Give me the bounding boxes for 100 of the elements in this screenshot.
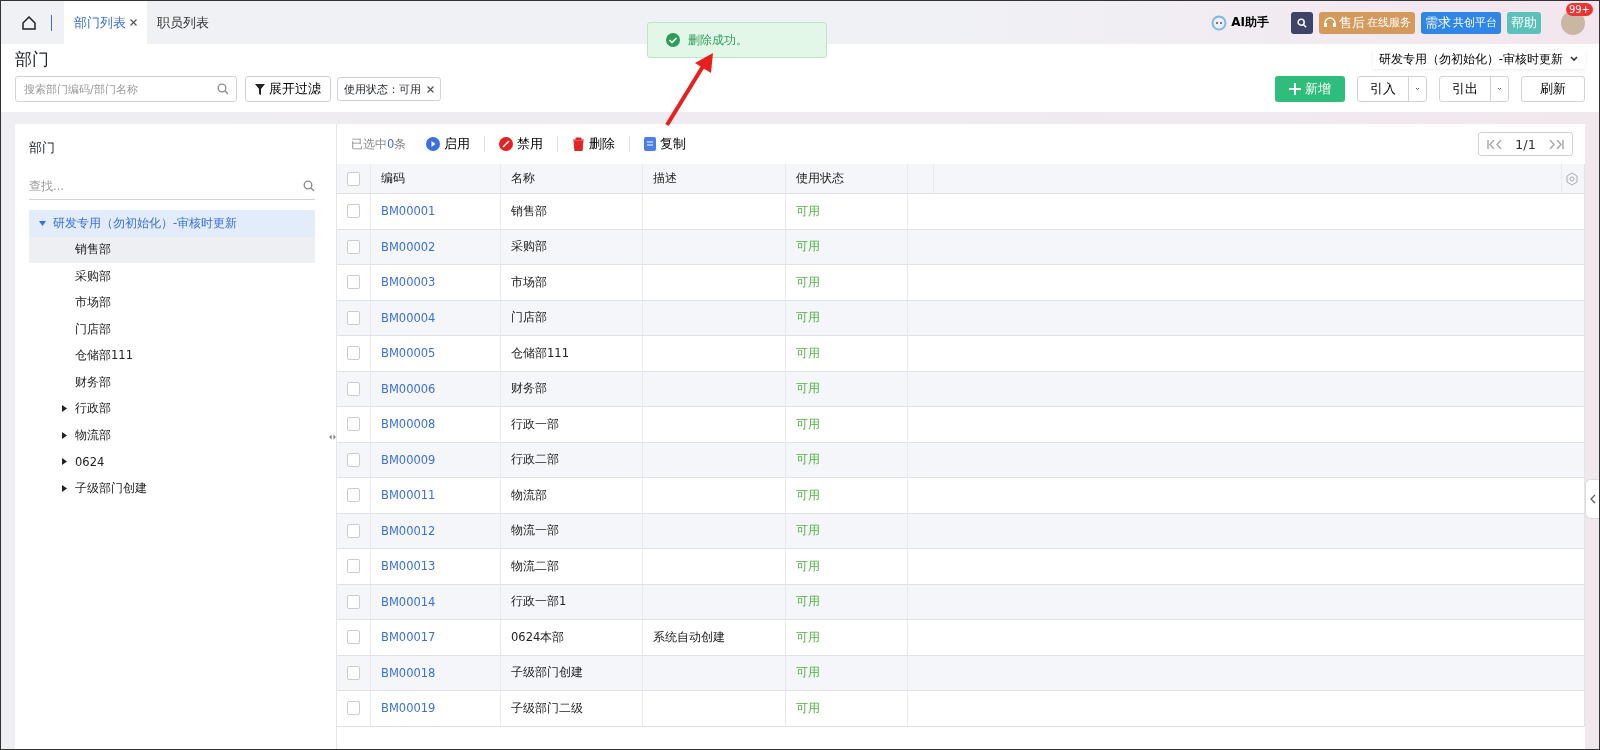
column-header[interactable]: 描述: [643, 164, 786, 194]
search-field[interactable]: 搜索部门编码/部门名称: [15, 76, 237, 102]
refresh-button[interactable]: 刷新: [1521, 76, 1585, 102]
code-link[interactable]: BM00011: [371, 478, 501, 514]
tree-item[interactable]: 门店部: [29, 316, 315, 343]
search-icon: [303, 180, 315, 192]
code-link[interactable]: BM00003: [371, 265, 501, 301]
table-cell: [908, 371, 934, 407]
search-button[interactable]: [1291, 11, 1313, 34]
table-cell: [908, 655, 934, 691]
checkbox[interactable]: [347, 417, 360, 432]
code-link[interactable]: BM00019: [371, 691, 501, 727]
table-cell: 物流一部: [501, 513, 643, 549]
code-link[interactable]: BM00006: [371, 371, 501, 407]
tab[interactable]: 部门列表: [64, 1, 147, 44]
delete-button[interactable]: 删除: [557, 136, 630, 152]
checkbox[interactable]: [347, 239, 360, 254]
checkbox[interactable]: [347, 381, 360, 396]
column-header[interactable]: 编码: [371, 164, 501, 194]
tree-item[interactable]: 研发专用（勿初始化）-审核时更新: [29, 210, 315, 237]
close-icon[interactable]: [130, 19, 137, 26]
caret-right-icon[interactable]: [61, 458, 68, 466]
checkbox[interactable]: [347, 275, 360, 290]
checkbox[interactable]: [347, 665, 360, 680]
tree-item[interactable]: 财务部: [29, 369, 315, 396]
table-cell: 财务部: [501, 371, 643, 407]
caret-right-icon[interactable]: [61, 405, 68, 413]
table-cell: [908, 513, 934, 549]
close-icon[interactable]: [427, 85, 434, 93]
caret-right-icon[interactable]: [61, 484, 68, 492]
enable-button[interactable]: 启用: [412, 136, 485, 152]
filter-button[interactable]: 展开过滤: [245, 76, 331, 102]
settings-icon[interactable]: [1565, 171, 1579, 186]
tree-item[interactable]: 物流部: [29, 422, 315, 449]
play-icon: [426, 137, 441, 151]
headset-icon: [1323, 15, 1337, 30]
checkbox[interactable]: [347, 523, 360, 538]
code-link[interactable]: BM00013: [371, 549, 501, 585]
tab[interactable]: 职员列表: [147, 1, 219, 44]
last-page-icon[interactable]: [1546, 139, 1564, 149]
caret-right-icon[interactable]: [61, 431, 68, 439]
chevron-down-icon: [1569, 54, 1579, 64]
status-cell: 可用: [786, 691, 908, 727]
status-cell: 可用: [786, 300, 908, 336]
column-header[interactable]: 使用状态: [786, 164, 908, 194]
status-cell: 可用: [786, 407, 908, 443]
column-header[interactable]: 名称: [501, 164, 643, 194]
caret-down-icon[interactable]: [39, 219, 46, 227]
tree-item[interactable]: 仓储部111: [29, 342, 315, 369]
disable-button[interactable]: 禁用: [484, 136, 558, 152]
table-cell: 行政一部: [501, 407, 643, 443]
code-link[interactable]: BM00017: [371, 620, 501, 656]
tree-item[interactable]: 采购部: [29, 263, 315, 290]
table-cell: 0624本部: [501, 620, 643, 656]
code-link[interactable]: BM00004: [371, 300, 501, 336]
tree-item[interactable]: 0624: [29, 448, 315, 475]
checkbox[interactable]: [347, 346, 360, 361]
code-link[interactable]: BM00012: [371, 513, 501, 549]
toast-message: 删除成功。: [688, 31, 748, 49]
header-cell: [908, 164, 934, 194]
code-link[interactable]: BM00014: [371, 584, 501, 620]
checkbox[interactable]: [347, 630, 360, 645]
code-link[interactable]: BM00018: [371, 655, 501, 691]
chat-bubble-icon: [1211, 14, 1228, 31]
code-link[interactable]: BM00001: [371, 194, 501, 230]
tree-item[interactable]: 市场部: [29, 289, 315, 316]
checkbox[interactable]: [347, 310, 360, 325]
document-icon: [644, 137, 657, 151]
table-cell: [908, 584, 934, 620]
status-cell: 可用: [786, 442, 908, 478]
filter-icon: [255, 83, 265, 95]
ai-assistant-button[interactable]: AI助手: [1205, 13, 1275, 32]
page-title: 部门: [15, 47, 49, 71]
checkbox[interactable]: [347, 204, 360, 219]
status-cell: 可用: [786, 655, 908, 691]
table-cell: 销售部: [501, 194, 643, 230]
code-link[interactable]: BM00008: [371, 407, 501, 443]
organization-selector[interactable]: 研发专用（勿初始化）-审核时更新: [1372, 49, 1585, 69]
status-cell: 可用: [786, 549, 908, 585]
copy-button[interactable]: 复制: [629, 136, 701, 152]
status-cell: 可用: [786, 584, 908, 620]
table-cell: [908, 300, 934, 336]
checkbox[interactable]: [347, 594, 360, 609]
tree-item[interactable]: 行政部: [29, 395, 315, 422]
code-link[interactable]: BM00005: [371, 336, 501, 372]
platform-button[interactable]: 需求共创平台: [1421, 11, 1501, 34]
checkbox[interactable]: [347, 559, 360, 574]
checkbox[interactable]: [347, 452, 360, 467]
table-cell: 行政二部: [501, 442, 643, 478]
code-link[interactable]: BM00002: [371, 229, 501, 265]
check-circle-icon: [666, 33, 680, 47]
checkbox[interactable]: [347, 701, 360, 716]
tree-item[interactable]: 子级部门创建: [29, 475, 315, 502]
tree-item[interactable]: 销售部: [29, 236, 315, 263]
checkbox[interactable]: [347, 171, 360, 186]
code-link[interactable]: BM00009: [371, 442, 501, 478]
collapse-handle[interactable]: [1585, 479, 1599, 519]
checkbox[interactable]: [347, 488, 360, 503]
selection-count: 已选中0条: [351, 136, 407, 152]
filter-tag[interactable]: 使用状态：可用: [337, 77, 441, 101]
